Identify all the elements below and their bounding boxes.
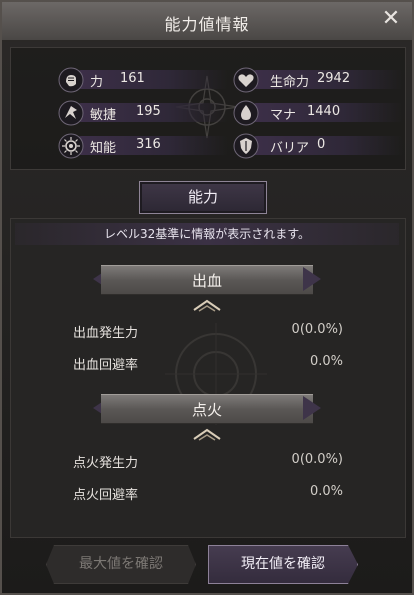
stat-label: 生命力 [270,75,310,90]
check-max-button[interactable]: 最大値を確認 [46,545,196,584]
fist-icon [58,67,84,93]
stat-row-label: 出血発生力 [73,326,139,341]
stat-row: 点火発生力 0(0.0%) [73,452,343,472]
mana-icon [233,100,259,126]
stats-window: 能力値情報 ✕ 力 161 敏捷 195 知能 316 生命力 2942 マナ … [0,0,414,595]
chevron-up-icon[interactable] [192,298,222,312]
chevron-up-icon[interactable] [192,427,222,441]
section-title: 出血 [191,272,222,290]
stat-row-label: 出血回避率 [73,358,139,373]
stat-value: 195 [136,104,161,119]
check-current-button[interactable]: 現在値を確認 [208,545,358,584]
stat-row-label: 点火回避率 [73,488,139,503]
stat-row: 出血回避率 0.0% [73,354,343,374]
stat-value: 2942 [317,71,351,86]
agility-icon [58,100,84,126]
stat-row-value: 0.0% [309,484,343,499]
stat-label: 力 [90,75,104,90]
stat-row: 点火回避率 0.0% [73,484,343,504]
stat-row-label: 点火発生力 [73,456,139,471]
eye-icon [58,133,84,159]
level-info-banner: レベル32基準に情報が表示されます。 [15,223,399,245]
stat-label: 敏捷 [90,108,117,123]
close-button[interactable]: ✕ [378,6,404,32]
details-panel: レベル32基準に情報が表示されます。 出血 出血発生力 0(0.0%) 出血回避… [10,218,406,538]
stats-panel: 力 161 敏捷 195 知能 316 生命力 2942 マナ 1440 バリア… [10,47,406,170]
stat-value: 0 [317,137,326,152]
heart-icon [233,67,259,93]
stat-label: 知能 [90,141,117,156]
stat-value: 161 [120,71,145,86]
section-header-bleed: 出血 [93,265,321,295]
window-title: 能力値情報 [164,15,250,34]
stat-row-value: 0(0.0%) [291,452,343,467]
stat-row-value: 0(0.0%) [291,322,343,337]
stat-row: 出血発生力 0(0.0%) [73,322,343,342]
stat-value: 1440 [307,104,341,119]
stat-value: 316 [136,137,161,152]
title-bar: 能力値情報 ✕ [2,2,412,42]
stat-row-value: 0.0% [309,354,343,369]
stat-label: マナ [270,108,297,123]
barrier-icon [233,133,259,159]
section-title: 点火 [191,401,222,419]
tab-abilities[interactable]: 能力 [139,181,267,214]
section-header-ignite: 点火 [93,394,321,424]
stat-label: バリア [270,141,310,156]
